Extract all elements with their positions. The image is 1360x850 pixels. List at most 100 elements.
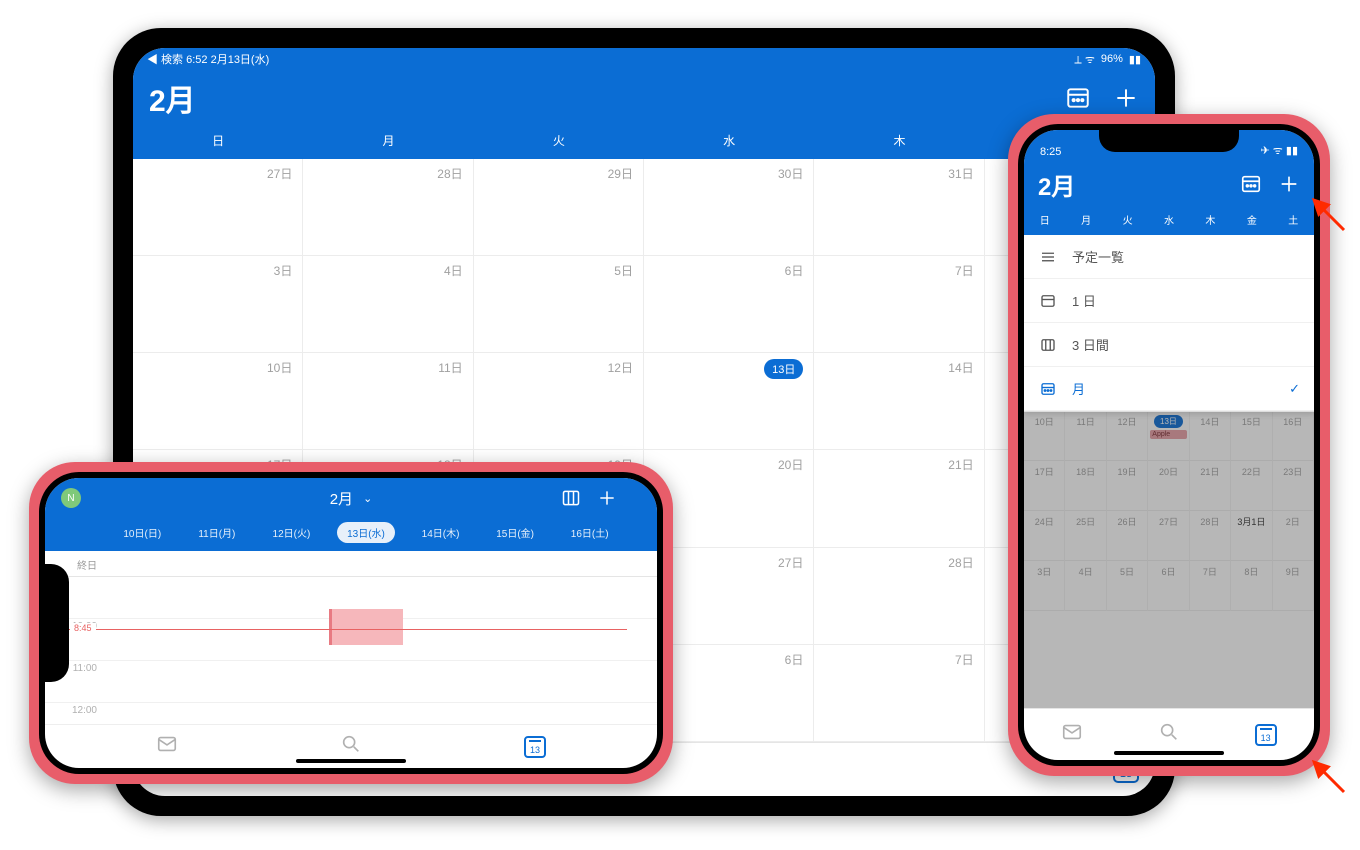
calendar-cell[interactable]: 21日: [1190, 461, 1231, 511]
view-mode-label: 1 日: [1072, 291, 1096, 310]
calendar-cell[interactable]: 27日: [133, 159, 303, 256]
status-icons: ✈ ᯤ ▮▮: [1261, 143, 1298, 158]
calendar-cell[interactable]: 7日: [814, 256, 984, 353]
calendar-cell[interactable]: 3日: [1024, 561, 1065, 611]
calendar-cell[interactable]: 23日: [1273, 461, 1314, 511]
calendar-event[interactable]: [329, 609, 404, 645]
calendar-cell[interactable]: 12日: [1107, 411, 1148, 461]
chevron-down-icon[interactable]: ⌄: [363, 492, 372, 505]
day-header[interactable]: 10日(日): [105, 525, 180, 540]
calendar-cell[interactable]: 9日: [1273, 561, 1314, 611]
landscape-day-row: 10日(日)11日(月)12日(火)13日(水)14日(木)15日(金)16日(…: [45, 518, 657, 551]
calendar-cell[interactable]: 25日: [1065, 511, 1106, 561]
calendar-cell[interactable]: 28日: [1190, 511, 1231, 561]
calendar-cell[interactable]: 6日: [644, 256, 814, 353]
calendar-cell[interactable]: 10日: [133, 353, 303, 450]
landscape-timeline[interactable]: 終日 10:00 11:00 12:00 8:45: [45, 551, 657, 724]
add-event-button[interactable]: [1278, 173, 1300, 195]
notch: [1099, 130, 1239, 152]
view-mode-icon: [1038, 380, 1058, 398]
calendar-cell[interactable]: 3日: [133, 256, 303, 353]
calendar-cell[interactable]: 5日: [1107, 561, 1148, 611]
calendar-cell[interactable]: 29日: [474, 159, 644, 256]
calendar-cell[interactable]: 28日: [303, 159, 473, 256]
check-icon: ✓: [1289, 381, 1300, 397]
calendar-cell[interactable]: 8日: [1231, 561, 1272, 611]
calendar-cell[interactable]: 4日: [1065, 561, 1106, 611]
view-mode-option[interactable]: 予定一覧: [1024, 235, 1314, 279]
calendar-tab[interactable]: 13: [1255, 724, 1277, 746]
landscape-month-title[interactable]: 2月: [330, 488, 353, 509]
calendar-cell[interactable]: 10日: [1024, 411, 1065, 461]
search-tab-icon[interactable]: [1158, 721, 1180, 748]
calendar-cell[interactable]: 21日: [814, 450, 984, 547]
portrait-weekday-row: 日 月 火 水 木 金 土: [1024, 208, 1314, 235]
day-header[interactable]: 15日(金): [478, 525, 553, 540]
calendar-cell[interactable]: 14日: [814, 353, 984, 450]
calendar-cell[interactable]: 7日: [1190, 561, 1231, 611]
ipad-header: 2月: [133, 70, 1155, 126]
annotation-arrow-icon: [1306, 192, 1346, 232]
view-switch-button[interactable]: [561, 488, 581, 508]
mail-tab-icon[interactable]: [1061, 721, 1083, 748]
add-event-button[interactable]: [1113, 85, 1139, 111]
calendar-cell[interactable]: 27日: [1148, 511, 1189, 561]
search-tab-icon[interactable]: [340, 733, 362, 760]
calendar-event[interactable]: Apple: [1150, 430, 1186, 439]
notch: [45, 564, 69, 682]
view-mode-menu[interactable]: 予定一覧 1 日 3 日間月✓: [1024, 235, 1314, 412]
calendar-cell[interactable]: 4日: [303, 256, 473, 353]
calendar-cell[interactable]: 13日Apple: [1148, 411, 1189, 461]
day-header[interactable]: 13日(水): [329, 522, 404, 543]
calendar-tab[interactable]: 13: [524, 736, 546, 758]
calendar-cell[interactable]: 22日: [1231, 461, 1272, 511]
calendar-cell[interactable]: 31日: [814, 159, 984, 256]
account-avatar[interactable]: N: [61, 488, 81, 508]
ipad-month-title: 2月: [149, 76, 196, 120]
view-mode-option[interactable]: 1 日: [1024, 279, 1314, 323]
calendar-cell[interactable]: 24日: [1024, 511, 1065, 561]
battery-icon: ▮▮: [1129, 53, 1141, 66]
view-mode-option[interactable]: 3 日間: [1024, 323, 1314, 367]
view-switch-button[interactable]: [1065, 85, 1091, 111]
calendar-cell[interactable]: 13日: [644, 353, 814, 450]
calendar-cell[interactable]: 5日: [474, 256, 644, 353]
allday-row: 終日: [45, 551, 657, 577]
day-header[interactable]: 12日(火): [254, 525, 329, 540]
add-event-button[interactable]: [597, 488, 617, 508]
calendar-cell[interactable]: 19日: [1107, 461, 1148, 511]
view-mode-option[interactable]: 月✓: [1024, 367, 1314, 411]
iphone-portrait-screen: 8:25 ✈ ᯤ ▮▮ 2月 日 月 火 水 木: [1024, 130, 1314, 760]
calendar-cell[interactable]: 28日: [814, 548, 984, 645]
calendar-cell[interactable]: 18日: [1065, 461, 1106, 511]
status-time: 8:25: [1040, 146, 1061, 158]
calendar-cell[interactable]: 14日: [1190, 411, 1231, 461]
home-indicator[interactable]: [296, 759, 406, 763]
day-header[interactable]: 11日(月): [180, 525, 255, 540]
home-indicator[interactable]: [1114, 751, 1224, 755]
calendar-cell[interactable]: 30日: [644, 159, 814, 256]
portrait-header: 2月: [1024, 160, 1314, 208]
calendar-cell[interactable]: 16日: [1273, 411, 1314, 461]
calendar-cell[interactable]: 11日: [303, 353, 473, 450]
calendar-cell[interactable]: 12日: [474, 353, 644, 450]
calendar-cell[interactable]: 2日: [1273, 511, 1314, 561]
day-header[interactable]: 14日(木): [403, 525, 478, 540]
now-indicator: 8:45: [45, 629, 627, 630]
calendar-cell[interactable]: 6日: [1148, 561, 1189, 611]
calendar-cell[interactable]: 17日: [1024, 461, 1065, 511]
calendar-cell[interactable]: 7日: [814, 645, 984, 742]
portrait-month-title: 2月: [1038, 167, 1075, 202]
annotation-arrow-icon: [1306, 754, 1346, 794]
calendar-cell[interactable]: 15日: [1231, 411, 1272, 461]
view-mode-label: 3 日間: [1072, 335, 1109, 354]
calendar-cell[interactable]: 11日: [1065, 411, 1106, 461]
view-switch-button[interactable]: [1240, 173, 1262, 195]
iphone-landscape-screen: N 2月 ⌄ 10日(日)11日(月)12日(火)13日(水)14日(木)15日…: [45, 478, 657, 768]
mail-tab-icon[interactable]: [156, 733, 178, 760]
calendar-cell[interactable]: 26日: [1107, 511, 1148, 561]
calendar-cell[interactable]: 3月1日: [1231, 511, 1272, 561]
day-header[interactable]: 16日(土): [552, 525, 627, 540]
view-mode-label: 予定一覧: [1072, 247, 1124, 266]
calendar-cell[interactable]: 20日: [1148, 461, 1189, 511]
